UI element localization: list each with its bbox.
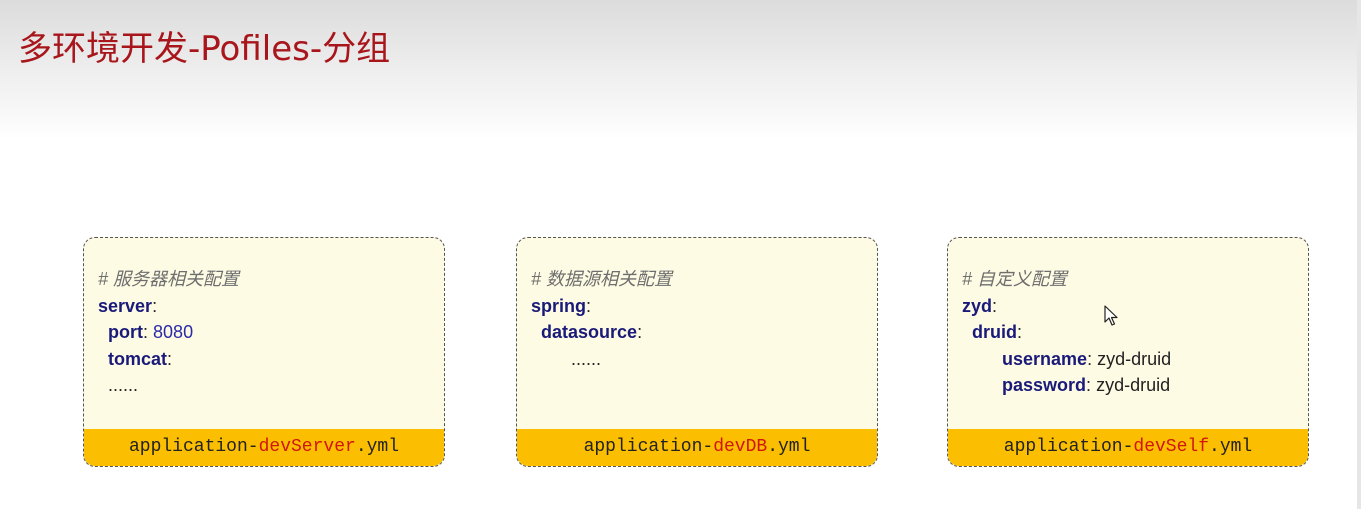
yaml-key: port [108, 322, 144, 342]
code-line: spring: [531, 293, 869, 320]
slide-title: 多环境开发-Pofiles-分组 [18, 29, 391, 69]
yaml-comment: # 服务器相关配置 [98, 269, 240, 289]
yaml-separator: : [143, 322, 154, 342]
yaml-indent [98, 322, 108, 342]
yaml-key: server [98, 295, 153, 316]
yaml-indent [962, 375, 1002, 395]
code-line: druid: [962, 319, 1300, 346]
yaml-key: password [1002, 375, 1087, 395]
yaml-value: zyd-druid [1097, 348, 1172, 369]
yaml-comment: # 自定义配置 [962, 269, 1068, 289]
yaml-key: spring [531, 295, 587, 316]
code-line: # 服务器相关配置 [98, 266, 436, 293]
yaml-separator: : [1086, 375, 1097, 395]
code-line: zyd: [962, 293, 1300, 320]
yaml-key: tomcat [108, 348, 168, 369]
yaml-indent [962, 349, 1002, 369]
yaml-value: zyd-druid [1096, 375, 1171, 395]
yaml-separator: : [1087, 348, 1098, 369]
yaml-key: username [1002, 348, 1088, 369]
yaml-key: druid [972, 322, 1018, 342]
code-line: password: zyd-druid [962, 372, 1300, 399]
code-line: ...... [531, 346, 869, 373]
yaml-indent [98, 349, 108, 369]
code-line: ...... [98, 372, 436, 399]
filename-prefix: application- [128, 437, 259, 457]
yaml-ellipsis: ...... [571, 348, 602, 369]
mouse-pointer-icon [1104, 305, 1118, 326]
code-line: server: [98, 293, 436, 320]
config-card-devserver: # 服务器相关配置 server: port: 8080 tomcat: ...… [83, 237, 445, 467]
config-card-devdb: # 数据源相关配置 spring: datasource: ...... app… [516, 237, 878, 467]
yaml-comment: # 数据源相关配置 [531, 269, 673, 289]
yaml-indent [962, 322, 972, 342]
filename-suffix: .yml [1209, 437, 1253, 457]
yaml-separator: : [586, 295, 592, 316]
filename-suffix: .yml [767, 437, 811, 457]
yaml-code-block: # 自定义配置 zyd: druid: username: zyd-druid … [962, 266, 1300, 399]
filename-bar: application-devSelf.yml [948, 429, 1308, 466]
yaml-separator: : [992, 295, 998, 316]
yaml-indent [531, 349, 571, 369]
config-card-devself: # 自定义配置 zyd: druid: username: zyd-druid … [947, 237, 1309, 467]
code-line: tomcat: [98, 346, 436, 373]
filename-profile: devDB [713, 437, 768, 457]
yaml-code-block: # 数据源相关配置 spring: datasource: ...... [531, 266, 869, 372]
code-line: # 数据源相关配置 [531, 266, 869, 293]
filename-suffix: .yml [355, 437, 400, 457]
code-line: username: zyd-druid [962, 346, 1300, 373]
yaml-indent [531, 322, 541, 342]
filename-bar: application-devServer.yml [84, 429, 444, 466]
yaml-ellipsis: ...... [108, 375, 139, 395]
yaml-indent [98, 375, 108, 395]
yaml-separator: : [152, 295, 158, 316]
yaml-code-block: # 服务器相关配置 server: port: 8080 tomcat: ...… [98, 266, 436, 399]
yaml-key: zyd [962, 295, 993, 316]
slide-edge [1357, 0, 1361, 509]
filename-prefix: application- [583, 437, 714, 457]
code-line: port: 8080 [98, 319, 436, 346]
code-line: # 自定义配置 [962, 266, 1300, 293]
filename-profile: devServer [258, 437, 356, 457]
filename-bar: application-devDB.yml [517, 429, 877, 466]
yaml-separator: : [637, 322, 643, 342]
yaml-separator: : [1017, 322, 1023, 342]
yaml-value: 8080 [153, 322, 194, 342]
filename-prefix: application- [1003, 437, 1134, 457]
yaml-separator: : [167, 348, 173, 369]
filename-profile: devSelf [1133, 437, 1210, 457]
code-line: datasource: [531, 319, 869, 346]
yaml-key: datasource [541, 322, 638, 342]
